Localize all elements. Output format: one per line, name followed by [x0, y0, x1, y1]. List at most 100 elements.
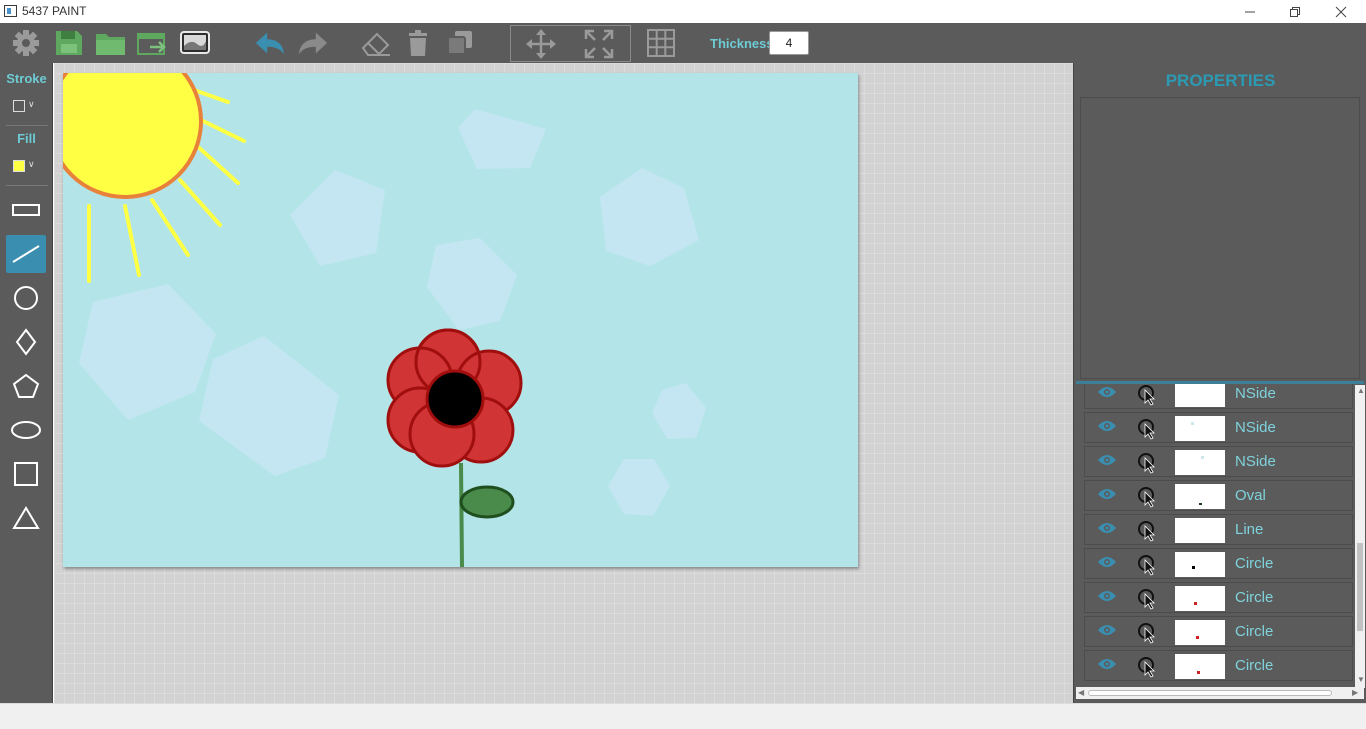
visibility-eye-icon[interactable]	[1097, 589, 1117, 603]
layer-select-toggle[interactable]	[1137, 486, 1159, 513]
layer-select-toggle[interactable]	[1137, 418, 1159, 445]
scrollbar-thumb[interactable]	[1088, 690, 1332, 696]
canvas-workspace[interactable]	[54, 63, 1073, 703]
close-icon	[1335, 6, 1347, 17]
visibility-eye-icon[interactable]	[1097, 555, 1117, 569]
rectangle-outline-tool[interactable]	[6, 191, 46, 229]
layer-thumbnail	[1175, 586, 1225, 611]
layer-visibility-toggle[interactable]	[1097, 657, 1117, 676]
main-toolbar: Thickness 4	[0, 23, 1366, 63]
move-button[interactable]	[525, 28, 557, 60]
layer-select-toggle[interactable]	[1137, 622, 1159, 649]
visibility-eye-icon[interactable]	[1097, 453, 1117, 467]
layer-row[interactable]: Circle	[1084, 548, 1353, 579]
scroll-left-icon[interactable]: ◀	[1078, 688, 1084, 697]
select-cursor-icon[interactable]	[1137, 486, 1159, 508]
layer-row[interactable]: Circle	[1084, 616, 1353, 647]
image-icon	[180, 31, 210, 54]
select-cursor-icon[interactable]	[1137, 588, 1159, 610]
select-cursor-icon[interactable]	[1137, 622, 1159, 644]
select-cursor-icon[interactable]	[1137, 452, 1159, 474]
layer-row[interactable]: Line	[1084, 514, 1353, 545]
close-button[interactable]	[1318, 0, 1364, 23]
triangle-tool[interactable]	[6, 499, 46, 537]
square-tool[interactable]	[6, 455, 46, 493]
triangle-icon	[12, 506, 40, 529]
duplicate-button[interactable]	[444, 27, 476, 59]
layer-select-toggle[interactable]	[1137, 656, 1159, 683]
flower-stem	[459, 462, 464, 567]
fit-screen-button[interactable]	[583, 28, 615, 60]
layer-select-toggle[interactable]	[1137, 588, 1159, 615]
layer-select-toggle[interactable]	[1137, 520, 1159, 547]
layer-name: NSide	[1235, 419, 1276, 436]
layers-list[interactable]: NSide NSide NSide Oval Line Circle Circle Circl…	[1078, 384, 1356, 684]
save-button[interactable]	[53, 27, 85, 59]
layer-name: Circle	[1235, 657, 1274, 674]
scrollbar-thumb[interactable]	[1357, 543, 1363, 631]
fill-color-picker[interactable]: ∨	[13, 158, 41, 174]
visibility-eye-icon[interactable]	[1097, 521, 1117, 535]
rectangle-icon	[12, 204, 40, 216]
diamond-tool[interactable]	[6, 323, 46, 361]
scroll-down-icon[interactable]: ▼	[1357, 675, 1365, 684]
ellipse-tool[interactable]	[6, 411, 46, 449]
select-cursor-icon[interactable]	[1137, 520, 1159, 542]
properties-title: PROPERTIES	[1165, 71, 1276, 90]
layer-visibility-toggle[interactable]	[1097, 521, 1117, 540]
visibility-eye-icon[interactable]	[1097, 657, 1117, 671]
layer-visibility-toggle[interactable]	[1097, 555, 1117, 574]
screenshot-button[interactable]	[179, 27, 211, 59]
thickness-input[interactable]: 4	[769, 31, 809, 55]
restore-button[interactable]	[1272, 0, 1318, 23]
eraser-button[interactable]	[360, 27, 392, 59]
layer-visibility-toggle[interactable]	[1097, 589, 1117, 608]
layers-vertical-scrollbar[interactable]: ▲ ▼	[1355, 385, 1365, 688]
select-cursor-icon[interactable]	[1137, 656, 1159, 678]
minimize-button[interactable]	[1227, 0, 1273, 23]
chevron-down-icon: ∨	[28, 159, 35, 169]
layer-row[interactable]: NSide	[1084, 384, 1353, 409]
line-tool[interactable]	[6, 235, 46, 273]
pentagon-tool[interactable]	[6, 367, 46, 405]
scroll-up-icon[interactable]: ▲	[1357, 386, 1365, 395]
visibility-eye-icon[interactable]	[1097, 385, 1117, 399]
undo-button[interactable]	[254, 27, 286, 59]
redo-button[interactable]	[297, 27, 329, 59]
open-button[interactable]	[95, 27, 127, 59]
visibility-eye-icon[interactable]	[1097, 623, 1117, 637]
thumbnail-mark	[1191, 422, 1194, 425]
thumbnail-mark	[1197, 671, 1200, 674]
layer-select-toggle[interactable]	[1137, 384, 1159, 411]
layer-row[interactable]: Oval	[1084, 480, 1353, 511]
grid-toggle-button[interactable]	[645, 27, 677, 59]
scroll-right-icon[interactable]: ▶	[1352, 688, 1358, 697]
stroke-color-picker[interactable]: ∨	[13, 98, 41, 114]
layer-visibility-toggle[interactable]	[1097, 419, 1117, 438]
layer-visibility-toggle[interactable]	[1097, 487, 1117, 506]
visibility-eye-icon[interactable]	[1097, 487, 1117, 501]
layer-row[interactable]: NSide	[1084, 446, 1353, 477]
layer-row[interactable]: Circle	[1084, 582, 1353, 613]
select-cursor-icon[interactable]	[1137, 554, 1159, 576]
layer-visibility-toggle[interactable]	[1097, 623, 1117, 642]
layer-visibility-toggle[interactable]	[1097, 385, 1117, 404]
redo-icon	[298, 32, 328, 55]
layer-select-toggle[interactable]	[1137, 554, 1159, 581]
circle-tool[interactable]	[6, 279, 46, 317]
select-cursor-icon[interactable]	[1137, 384, 1159, 406]
visibility-eye-icon[interactable]	[1097, 419, 1117, 433]
layer-row[interactable]: Circle	[1084, 650, 1353, 681]
layers-horizontal-scrollbar[interactable]: ◀ ▶	[1076, 687, 1364, 699]
layer-visibility-toggle[interactable]	[1097, 453, 1117, 472]
layer-thumbnail	[1175, 518, 1225, 543]
layer-select-toggle[interactable]	[1137, 452, 1159, 479]
delete-button[interactable]	[402, 27, 434, 59]
settings-button[interactable]	[10, 27, 42, 59]
layer-row[interactable]: NSide	[1084, 412, 1353, 443]
export-button[interactable]	[136, 27, 168, 59]
flower-center	[425, 369, 485, 429]
drawing-canvas[interactable]	[63, 73, 858, 567]
select-cursor-icon[interactable]	[1137, 418, 1159, 440]
layer-thumbnail	[1175, 384, 1225, 407]
